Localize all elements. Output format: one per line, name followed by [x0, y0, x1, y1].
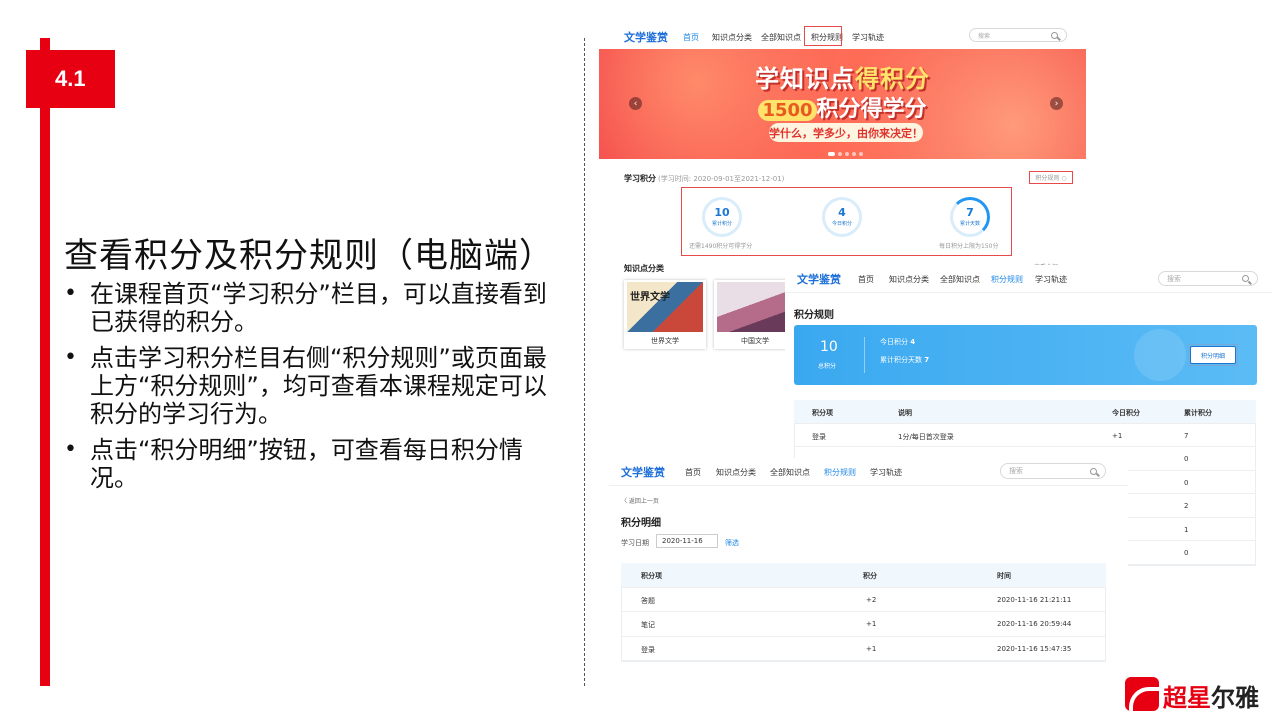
back-link[interactable]: 〈 返回上一页 [621, 496, 659, 505]
search-icon [1051, 31, 1058, 39]
chinese-literature-cover [717, 282, 793, 332]
banner-subline: 1500 积分得学分 [599, 91, 1086, 123]
search-input[interactable]: 搜索 [1000, 463, 1106, 479]
nav-all-kp[interactable]: 全部知识点 [761, 32, 801, 43]
nav-all-kp[interactable]: 全部知识点 [770, 467, 810, 478]
bullet-item: 点击学习积分栏目右侧“积分规则”或页面最上方“积分规则”，均可查看本课程规定可以… [64, 344, 564, 428]
chaoxing-logo-text: 超星尔雅 [1163, 684, 1259, 712]
nav-learning-track[interactable]: 学习轨迹 [852, 32, 884, 43]
bullet-item: 点击“积分明细”按钮，可查看每日积分情况。 [64, 436, 564, 492]
nav-divider [785, 292, 1272, 293]
accent-bar [40, 38, 50, 686]
total-points-ring: 10 累计积分 [702, 197, 742, 237]
table-row: 登录 1分/每日首次登录 +1 7 [794, 424, 1256, 447]
card-caption: 世界文学 [651, 337, 679, 345]
nav-points-rules[interactable]: 积分规则 [991, 274, 1023, 285]
rules-page-title: 积分规则 [794, 310, 834, 321]
search-placeholder: 搜索 [1009, 467, 1023, 475]
banner-headline: 学知识点得积分 [755, 65, 930, 93]
table-row: 登录 +1 2020-11-16 15:47:35 [621, 637, 1106, 661]
brand-logo[interactable]: 文学鉴赏 [797, 271, 841, 287]
nav-learning-track[interactable]: 学习轨迹 [870, 467, 902, 478]
table-header-row: 积分项 说明 今日积分 累计积分 [794, 400, 1256, 424]
banner-dot[interactable] [859, 152, 863, 156]
section-badge: 4.1 [26, 50, 115, 108]
banner-dot[interactable] [852, 152, 856, 156]
promo-banner[interactable]: 学知识点得积分 1500 积分得学分 学什么，学多少，由你来决定！ ‹ › [599, 49, 1086, 159]
brand-logo[interactable]: 文学鉴赏 [624, 29, 668, 45]
card-caption: 中国文学 [741, 337, 769, 345]
points-summary-panel: 10 累计积分 4 今日积分 7 累计天数 还需1490积分可得学分 每日积分上… [681, 187, 1012, 256]
points-rules-link[interactable]: 积分规则 ○ [1029, 171, 1073, 184]
detail-page-title: 积分明细 [621, 518, 661, 529]
filter-button[interactable]: 筛选 [725, 538, 739, 548]
highlight-detail-button [1188, 344, 1238, 366]
date-input[interactable]: 2020-11-16 [656, 534, 718, 548]
bullet-item: 在课程首页“学习积分”栏目，可以直接看到已获得的积分。 [64, 280, 564, 336]
banner-dot[interactable] [838, 152, 842, 156]
total-points-value: 10 [820, 339, 838, 355]
search-icon [1242, 275, 1249, 282]
today-points: 今日积分 4 [880, 338, 916, 346]
banner-prev-icon[interactable]: ‹ [629, 97, 642, 110]
dashed-divider [584, 38, 585, 686]
nav-kp-category[interactable]: 知识点分类 [716, 467, 756, 478]
kp-card-world-literature[interactable]: 世界文学 世界文学 [624, 280, 706, 349]
total-points-label: 总积分 [818, 363, 837, 370]
banner-slogan: 学什么，学多少，由你来决定！ [769, 123, 923, 142]
banner-dot[interactable] [828, 152, 835, 156]
highlight-nav-rules [804, 26, 842, 46]
slide-title: 查看积分及积分规则（电脑端） [64, 236, 554, 276]
nav-kp-category[interactable]: 知识点分类 [712, 32, 752, 43]
date-label: 学习日期 [621, 539, 649, 547]
today-points-ring: 4 今日积分 [822, 197, 862, 237]
table-row: 笔记 +1 2020-11-16 20:59:44 [621, 612, 1106, 637]
days-ring: 7 累计天数 [950, 197, 990, 237]
banner-dot[interactable] [845, 152, 849, 156]
search-placeholder: 搜索 [1167, 274, 1181, 283]
bullet-list: 在课程首页“学习积分”栏目，可以直接看到已获得的积分。 点击学习积分栏目右侧“积… [64, 280, 564, 500]
nav-kp-category[interactable]: 知识点分类 [889, 274, 929, 285]
points-needed-note: 还需1490积分可得学分 [689, 243, 753, 250]
card-separator [864, 337, 865, 373]
kp-card-chinese-literature[interactable]: 中国文学 [714, 280, 796, 349]
search-input[interactable]: 搜索 [1158, 271, 1258, 286]
section-number: 4.1 [55, 66, 86, 91]
detail-table: 积分项 积分 时间 答题 +2 2020-11-16 21:21:11 笔记 +… [621, 563, 1106, 661]
kp-section-title: 知识点分类 [624, 264, 664, 273]
search-icon [1090, 467, 1097, 475]
world-literature-cover: 世界文学 [627, 282, 703, 332]
nav-learning-track[interactable]: 学习轨迹 [1035, 274, 1067, 285]
table-header-row: 积分项 积分 时间 [621, 563, 1106, 588]
chaoxing-logo-icon [1125, 677, 1159, 711]
search-placeholder: 搜索 [978, 32, 991, 40]
decorative-flower-icon [1134, 329, 1186, 381]
brand-logo[interactable]: 文学鉴赏 [621, 464, 665, 480]
points-period: (学习时间: 2020-09-01至2021-12-01) [658, 175, 785, 183]
daily-limit-note: 每日积分上限为150分 [939, 243, 999, 250]
nav-points-rules[interactable]: 积分规则 [824, 467, 856, 478]
nav-all-kp[interactable]: 全部知识点 [940, 274, 980, 285]
accumulated-days: 累计积分天数 7 [880, 356, 930, 364]
banner-pagination[interactable] [828, 152, 863, 156]
search-input[interactable]: 搜索 [969, 28, 1067, 42]
points-section-title: 学习积分 [624, 174, 656, 183]
nav-home[interactable]: 首页 [858, 274, 874, 285]
banner-next-icon[interactable]: › [1050, 97, 1063, 110]
table-row: 答题 +2 2020-11-16 21:21:11 [621, 588, 1106, 612]
nav-home[interactable]: 首页 [683, 32, 699, 43]
nav-divider [609, 485, 1128, 486]
nav-home[interactable]: 首页 [685, 467, 701, 478]
